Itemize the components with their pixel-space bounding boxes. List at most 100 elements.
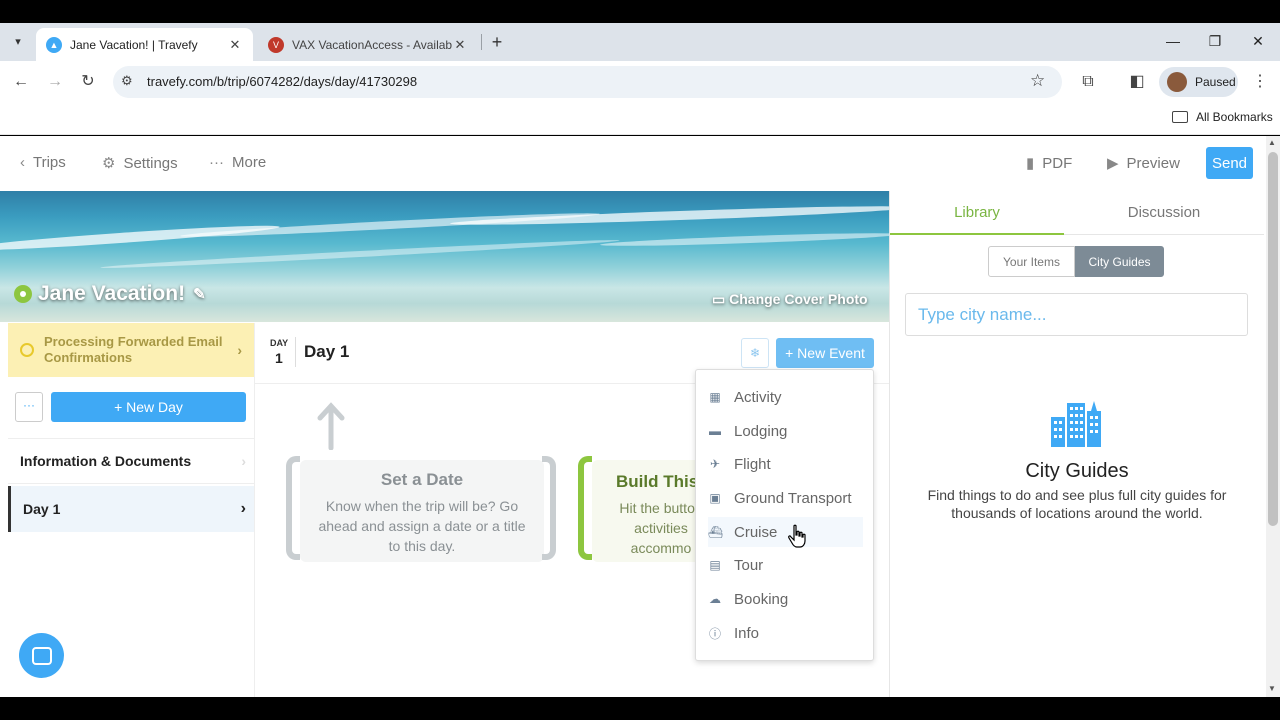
reload-icon[interactable]: ↻ [77, 71, 99, 93]
restore-icon[interactable]: ❐ [1205, 31, 1225, 51]
bookmarks-bar [0, 103, 1280, 135]
menu-item-label: Activity [734, 388, 782, 406]
screen-top-bar [0, 0, 1280, 23]
menu-item-activity[interactable]: ▦ Activity [708, 382, 863, 412]
menu-item-label: Lodging [734, 422, 788, 440]
vax-icon: V [268, 36, 284, 53]
sidebar-item-label: Day 1 [23, 501, 61, 517]
build-card[interactable]: Build This Hit the button activities acc… [592, 460, 702, 562]
nav-settings[interactable]: ⚙ Settings [102, 154, 178, 173]
new-tab-icon[interactable]: + [487, 32, 507, 52]
window-close-icon[interactable]: ✕ [1248, 31, 1268, 51]
close-icon[interactable]: ✕ [227, 37, 243, 53]
close-icon[interactable]: ✕ [452, 37, 468, 53]
city-buildings-icon [1051, 401, 1101, 447]
screen-bottom-bar [0, 697, 1280, 720]
side-panel-icon[interactable]: ◧ [1126, 71, 1148, 93]
send-button[interactable]: Send [1206, 147, 1253, 179]
chevron-left-icon: ‹ [20, 154, 25, 171]
city-search-input[interactable] [905, 293, 1248, 336]
tab-title: Jane Vacation! | Travefy [70, 37, 198, 52]
map-icon: ▤ [709, 558, 721, 572]
preview-button[interactable]: ▶ Preview [1107, 154, 1180, 173]
snowflake-icon[interactable]: ❄ [741, 338, 769, 368]
nav-settings-label: Settings [123, 154, 178, 172]
hand-cursor-icon [788, 524, 806, 548]
wave [180, 210, 600, 240]
chevron-right-icon: › [241, 453, 246, 469]
chat-launcher[interactable] [19, 633, 64, 678]
spinner-icon [20, 343, 34, 357]
menu-kebab-icon[interactable]: ⋮ [1249, 71, 1271, 93]
pdf-button[interactable]: ▮ PDF [1026, 154, 1073, 173]
menu-item-tour[interactable]: ▤ Tour [708, 550, 863, 580]
tab-divider [481, 34, 482, 50]
menu-item-label: Ground Transport [734, 489, 852, 507]
eye-icon[interactable] [14, 285, 32, 303]
day-title[interactable]: Day 1 [304, 342, 349, 362]
tab-discussion[interactable]: Discussion [1064, 191, 1264, 235]
nav-more[interactable]: ··· More [209, 154, 266, 171]
build-body-line: Hit the button [619, 500, 702, 516]
avatar [1167, 72, 1187, 92]
nav-more-label: More [232, 154, 267, 171]
gear-icon: ⚙ [102, 155, 116, 172]
minimize-icon[interactable]: — [1163, 31, 1183, 51]
menu-item-flight[interactable]: ✈ Flight [708, 449, 863, 479]
scrollbar-thumb[interactable] [1268, 152, 1278, 526]
menu-item-booking[interactable]: ☁ Booking [708, 584, 863, 614]
set-date-card[interactable]: Set a Date Know when the trip will be? G… [300, 460, 544, 562]
menu-item-info[interactable]: ⓘ Info [708, 618, 863, 648]
tab-library[interactable]: Library [890, 191, 1064, 235]
build-body-line: activities [634, 520, 688, 536]
pencil-icon[interactable]: ✎ [193, 285, 206, 303]
trip-title[interactable]: Jane Vacation! ✎ [14, 282, 206, 306]
bracket-left [286, 456, 300, 560]
preview-label: Preview [1126, 154, 1180, 172]
all-bookmarks[interactable]: All Bookmarks [1172, 110, 1273, 124]
sidebar-divider [254, 323, 255, 697]
menu-item-label: Booking [734, 590, 789, 608]
nav-trips[interactable]: ‹ Trips [20, 154, 66, 171]
build-body-line: accommo [630, 540, 692, 556]
forward-icon[interactable]: → [44, 71, 66, 93]
scroll-down-icon[interactable]: ▼ [1268, 684, 1276, 693]
site-info-icon[interactable]: ⚙ [121, 73, 133, 89]
all-bookmarks-label: All Bookmarks [1196, 110, 1273, 124]
browser-tab-vax[interactable]: V VAX VacationAccess - Availabili ✕ [258, 28, 478, 61]
sidebar-item-day-1[interactable]: Day 1 › [8, 486, 254, 532]
menu-item-label: Cruise [734, 523, 778, 541]
city-guides-description: Find things to do and see plus full city… [927, 487, 1227, 521]
day-number: 1 [275, 350, 283, 366]
browser-tab-travefy[interactable]: ▲ Jane Vacation! | Travefy ✕ [36, 28, 253, 61]
day-options-button[interactable]: ··· [15, 392, 43, 422]
segment-city-guides[interactable]: City Guides [1075, 246, 1164, 277]
segment-your-items[interactable]: Your Items [988, 246, 1075, 277]
new-day-button[interactable]: + New Day [51, 392, 246, 422]
back-icon[interactable]: ← [10, 71, 32, 93]
bed-icon: ▬ [709, 424, 721, 438]
change-cover-label: Change Cover Photo [729, 291, 868, 307]
build-body: Hit the button activities accommo [607, 498, 702, 558]
menu-item-cruise[interactable]: ⛴ Cruise [708, 517, 863, 547]
sidebar-item-label: Information & Documents [20, 453, 192, 469]
build-title: Build This [616, 472, 699, 491]
change-cover-photo[interactable]: ▭ Change Cover Photo [712, 291, 868, 308]
address-url[interactable]: travefy.com/b/trip/6074282/days/day/4173… [147, 74, 417, 89]
browser-tab-strip: ▾ ▲ Jane Vacation! | Travefy ✕ V VAX Vac… [0, 23, 1280, 61]
profile-status: Paused [1195, 75, 1236, 89]
scroll-up-icon[interactable]: ▲ [1268, 138, 1276, 147]
new-event-button[interactable]: + New Event [776, 338, 874, 368]
profile-button[interactable]: Paused [1159, 67, 1238, 97]
wave [100, 237, 620, 271]
day-label: DAY [270, 338, 289, 348]
processing-email-banner[interactable]: Processing Forwarded Email Confirmations… [8, 323, 254, 377]
bookmark-star-icon[interactable]: ☆ [1030, 71, 1045, 91]
pdf-label: PDF [1042, 154, 1073, 172]
tab-search-icon[interactable]: ▾ [8, 31, 28, 51]
menu-item-ground-transport[interactable]: ▣ Ground Transport [708, 483, 863, 513]
menu-item-lodging[interactable]: ▬ Lodging [708, 416, 863, 446]
set-date-title: Set a Date [380, 470, 464, 489]
extensions-icon[interactable]: ⧉ [1077, 71, 1099, 93]
sidebar-item-information[interactable]: Information & Documents › [8, 438, 254, 484]
